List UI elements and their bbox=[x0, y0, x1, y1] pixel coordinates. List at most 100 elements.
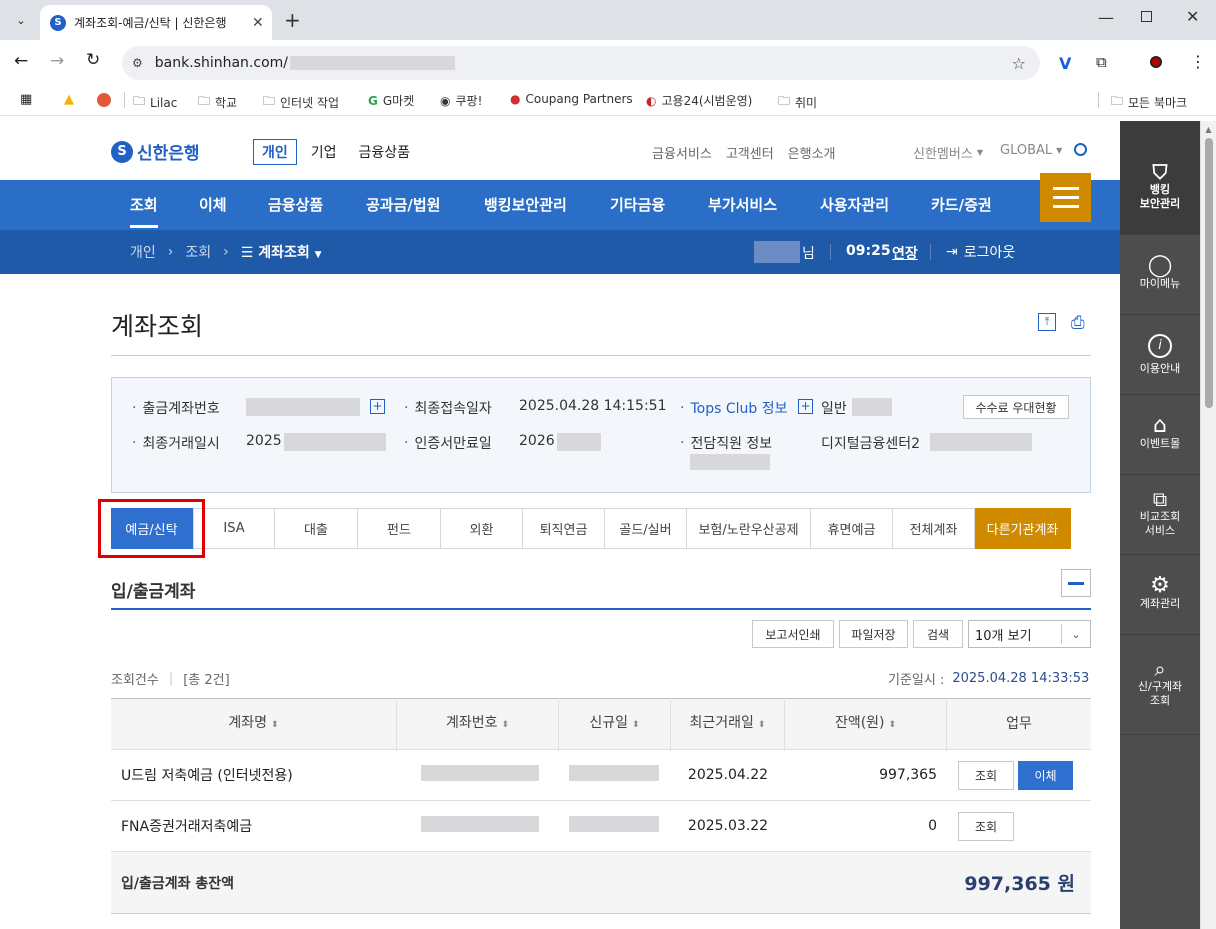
tab-pension[interactable]: 퇴직연금 bbox=[523, 508, 605, 549]
bookmark-internet-work[interactable]: 🗀 인터넷 작업 bbox=[263, 92, 339, 113]
export-icon[interactable]: ⤒ bbox=[1038, 313, 1056, 331]
gnb-utility-court[interactable]: 공과금/법원 bbox=[366, 194, 440, 215]
crumb-inquiry[interactable]: 조회 bbox=[185, 242, 211, 262]
gnb-transfer[interactable]: 이체 bbox=[199, 194, 227, 215]
th-recent-trade[interactable]: 최근거래일 ⬍ bbox=[671, 697, 785, 751]
red-bookmark-icon[interactable] bbox=[97, 93, 111, 107]
util-financial[interactable]: 금융서비스 bbox=[652, 143, 712, 162]
inquiry-button[interactable]: 조회 bbox=[958, 760, 1014, 790]
extensions-puzzle-icon[interactable]: ⧉ bbox=[1096, 53, 1107, 71]
quick-old-new-account[interactable]: ⌕ 신/구계좌 조회 bbox=[1120, 635, 1200, 735]
bullet-icon: · bbox=[680, 435, 685, 451]
page-size-select[interactable]: 10개 보기 ⌄ bbox=[968, 620, 1091, 648]
back-icon[interactable]: ← bbox=[14, 51, 28, 71]
tab-search-button[interactable]: ⌄ bbox=[10, 9, 32, 31]
menu-kebab-icon[interactable]: ⋮ bbox=[1190, 52, 1206, 71]
bookmark-star-icon[interactable]: ☆ bbox=[1012, 54, 1026, 73]
forward-icon[interactable]: → bbox=[50, 51, 64, 71]
nav-corporate[interactable]: 기업 bbox=[311, 142, 337, 162]
bookmark-gmarket[interactable]: G G마켓 bbox=[368, 92, 414, 109]
transfer-button[interactable]: 이체 bbox=[1018, 760, 1073, 790]
reload-icon[interactable]: ↻ bbox=[86, 50, 100, 70]
apps-grid-icon[interactable]: ▦ bbox=[20, 92, 32, 107]
shinhan-logo[interactable]: S 신한은행 bbox=[111, 139, 200, 164]
all-bookmarks[interactable]: 🗀 모든 북마크 bbox=[1111, 92, 1187, 113]
tab-all-accounts[interactable]: 전체계좌 bbox=[893, 508, 975, 549]
utility-nav: 금융서비스 고객센터 은행소개 bbox=[652, 143, 836, 162]
th-balance[interactable]: 잔액(원) ⬍ bbox=[785, 697, 947, 751]
th-open-date[interactable]: 신규일 ⬍ bbox=[559, 697, 671, 751]
plus-box-icon[interactable]: + bbox=[370, 399, 385, 414]
crumb-account-inquiry[interactable]: ☰ 계좌조회 ▼ bbox=[241, 242, 322, 262]
logout-button[interactable]: ⇥ 로그아웃 bbox=[946, 242, 1015, 262]
nav-products[interactable]: 금융상품 bbox=[359, 142, 411, 162]
extension-icon[interactable]: V bbox=[1059, 54, 1071, 73]
close-window-icon[interactable]: ✕ bbox=[1186, 7, 1199, 26]
bookmark-lilac[interactable]: 🗀 Lilac bbox=[133, 92, 177, 113]
new-tab-icon[interactable]: + bbox=[284, 8, 301, 32]
gnb-extra-service[interactable]: 부가서비스 bbox=[708, 194, 777, 215]
quick-event-mall[interactable]: ⌂ 이벤트몰 bbox=[1120, 395, 1200, 475]
collapse-button[interactable] bbox=[1061, 569, 1091, 597]
save-file-button[interactable]: 파일저장 bbox=[839, 620, 908, 648]
th-account-number[interactable]: 계좌번호 ⬍ bbox=[397, 697, 559, 751]
plus-box-icon[interactable]: + bbox=[798, 399, 813, 414]
browser-tab[interactable]: S 계좌조회-예금/신탁 | 신한은행 ✕ bbox=[40, 5, 272, 40]
profile-icon[interactable] bbox=[1150, 56, 1162, 68]
gnb-card-securities[interactable]: 카드/증권 bbox=[931, 194, 992, 215]
tab-fund[interactable]: 펀드 bbox=[358, 508, 441, 549]
gnb-other-finance[interactable]: 기타금융 bbox=[610, 194, 665, 215]
fee-benefit-button[interactable]: 수수료 우대현황 bbox=[963, 395, 1069, 419]
scroll-thumb[interactable] bbox=[1204, 138, 1213, 408]
tab-loan[interactable]: 대출 bbox=[275, 508, 358, 549]
ads-icon[interactable]: ▲ bbox=[64, 92, 74, 107]
search-button[interactable]: 검색 bbox=[913, 620, 963, 648]
util-customer[interactable]: 고객센터 bbox=[726, 143, 774, 162]
quick-my-menu[interactable]: ◯ 마이메뉴 bbox=[1120, 235, 1200, 315]
close-tab-icon[interactable]: ✕ bbox=[252, 15, 264, 31]
bookmark-coupang[interactable]: ◉ 쿠팡! bbox=[440, 92, 482, 109]
label-staff: 전담직원 정보 bbox=[690, 436, 773, 452]
minimize-icon[interactable]: — bbox=[1098, 8, 1114, 27]
maximize-icon[interactable] bbox=[1141, 11, 1152, 22]
bookmark-coupang-partners[interactable]: ● Coupang Partners bbox=[510, 92, 633, 106]
crumb-personal[interactable]: 개인 bbox=[130, 242, 156, 262]
tab-other-institution[interactable]: 다른기관계좌 bbox=[975, 508, 1071, 549]
gnb-inquiry[interactable]: 조회 bbox=[130, 194, 158, 228]
tab-dormant[interactable]: 휴면예금 bbox=[811, 508, 893, 549]
member-link[interactable]: 신한멤버스 ▼ bbox=[913, 143, 983, 162]
site-info-icon[interactable]: ⚙ bbox=[132, 56, 143, 70]
scrollbar[interactable]: ▲ bbox=[1200, 121, 1216, 929]
bookmark-hobby[interactable]: 🗀 취미 bbox=[778, 92, 817, 113]
user-icon: ◯ bbox=[1147, 252, 1173, 278]
search-icon[interactable] bbox=[1074, 143, 1087, 156]
hamburger-menu-button[interactable] bbox=[1040, 173, 1091, 222]
bookmark-school[interactable]: 🗀 학교 bbox=[198, 92, 237, 113]
quick-compare-service[interactable]: ⧉ 비교조회 서비스 bbox=[1120, 475, 1200, 555]
address-bar[interactable]: ⚙ bank.shinhan.com/ ☆ bbox=[122, 46, 1040, 80]
quick-account-manage[interactable]: ⚙ 계좌관리 bbox=[1120, 555, 1200, 635]
row-account-name[interactable]: FNA증권거래저축예금 bbox=[111, 816, 397, 836]
cert-expiry-value: 2026 bbox=[519, 433, 555, 449]
bookmark-work24[interactable]: ◐ 고용24(시범운영) bbox=[646, 92, 752, 109]
gnb-user-manage[interactable]: 사용자관리 bbox=[820, 194, 889, 215]
tab-isa[interactable]: ISA bbox=[193, 508, 275, 549]
tab-forex[interactable]: 외환 bbox=[441, 508, 523, 549]
th-account-name[interactable]: 계좌명 ⬍ bbox=[111, 697, 397, 751]
gnb-products[interactable]: 금융상품 bbox=[268, 194, 323, 215]
extend-session-link[interactable]: 연장 bbox=[892, 243, 918, 263]
tab-insurance[interactable]: 보험/노란우산공제 bbox=[687, 508, 811, 549]
bullet-icon: · bbox=[404, 400, 409, 416]
quick-banking-security[interactable]: ⛉ 뱅킹 보안관리 bbox=[1120, 121, 1200, 235]
scroll-up-icon[interactable]: ▲ bbox=[1201, 125, 1216, 134]
gnb-security[interactable]: 뱅킹보안관리 bbox=[484, 194, 567, 215]
print-report-button[interactable]: 보고서인쇄 bbox=[752, 620, 834, 648]
inquiry-button[interactable]: 조회 bbox=[958, 811, 1014, 841]
tab-gold-silver[interactable]: 골드/실버 bbox=[605, 508, 687, 549]
global-link[interactable]: GLOBAL ▼ bbox=[1000, 143, 1062, 158]
row-account-name[interactable]: U드림 저축예금 (인터넷전용) bbox=[111, 765, 397, 785]
quick-guide[interactable]: i 이용안내 bbox=[1120, 315, 1200, 395]
util-about[interactable]: 은행소개 bbox=[788, 143, 836, 162]
print-icon[interactable]: ⎙ bbox=[1071, 313, 1085, 333]
nav-personal[interactable]: 개인 bbox=[253, 139, 297, 165]
